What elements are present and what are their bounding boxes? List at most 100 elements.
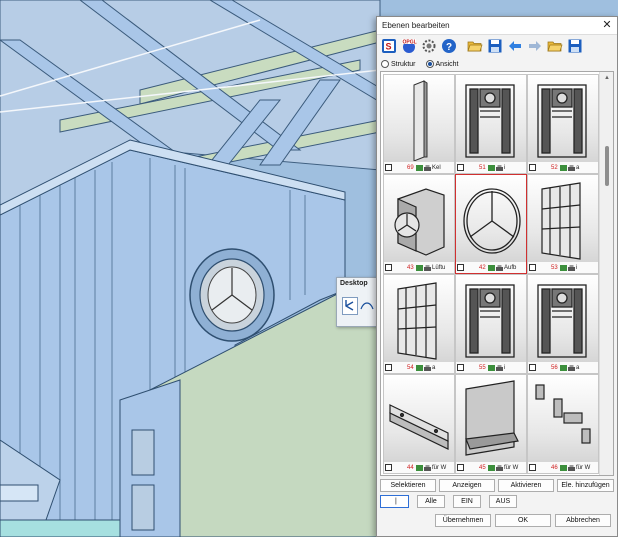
radio-ansicht[interactable]: Ansicht (425, 60, 459, 68)
layer-thumbnail[interactable]: 45 für W (455, 374, 527, 474)
layer-thumbnail[interactable]: 46 für W (527, 374, 599, 474)
printer-icon (424, 264, 431, 271)
opengl-icon[interactable]: OPGL (400, 37, 418, 55)
layer-thumbnail-list[interactable]: 69 Kel 51 i 52 a 43 Lüftu 42 Aufb 53 i 54 a 55 i 56 a 44 fü… (380, 71, 614, 476)
layer-label: i (504, 364, 506, 371)
layer-number: 56 (551, 364, 558, 371)
layer-label: a (432, 364, 436, 371)
layer-label: i (504, 164, 506, 171)
close-button[interactable]: ✕ (597, 17, 617, 34)
layer-visibility-checkbox[interactable] (529, 164, 536, 171)
printer-icon (496, 164, 503, 171)
layer-thumbnail[interactable]: 52 a (527, 74, 599, 174)
layer-color-icon (488, 464, 495, 471)
layer-thumbnail[interactable]: 43 Lüftu (383, 174, 455, 274)
cancel-button[interactable]: Abbrechen (555, 514, 611, 527)
layer-color-icon (488, 164, 495, 171)
layer-label: für W (504, 464, 519, 471)
wall-frame-icon (465, 284, 515, 358)
layer-color-icon (416, 364, 423, 371)
layer-thumbnail[interactable]: 44 für W (383, 374, 455, 474)
wall-frame-icon (537, 284, 587, 358)
layer-visibility-checkbox[interactable] (457, 264, 464, 271)
layer-color-icon (416, 464, 423, 471)
layer-thumbnail[interactable]: 51 i (455, 74, 527, 174)
layer-thumbnail[interactable]: 55 i (455, 274, 527, 374)
layer-filter-input[interactable]: | (380, 495, 409, 508)
layer-label: für W (576, 464, 591, 471)
layer-meta-bar: 43 Lüftu (384, 262, 454, 273)
ok-button[interactable]: OK (495, 514, 551, 527)
layers-dialog: Ebenen bearbeiten ✕ S OPGL ? Struktur An… (376, 16, 618, 537)
printer-icon (568, 364, 575, 371)
layer-number: 55 (479, 364, 486, 371)
layer-meta-bar: 54 a (384, 362, 454, 373)
dialog-title: Ebenen bearbeiten (382, 21, 450, 30)
layer-color-icon (416, 264, 423, 271)
panel-grid-icon (397, 282, 437, 360)
layer-thumbnail[interactable]: 69 Kel (383, 74, 455, 174)
layer-number: 53 (551, 264, 558, 271)
column-icon (413, 80, 428, 161)
layer-visibility-checkbox[interactable] (385, 464, 392, 471)
svg-text:?: ? (446, 42, 452, 53)
printer-icon (568, 464, 575, 471)
scrollbar-thumb[interactable] (605, 146, 609, 186)
on-button[interactable]: EIN (453, 495, 481, 508)
activate-button[interactable]: Aktivieren (498, 479, 554, 492)
layer-color-icon (560, 164, 567, 171)
printer-icon (424, 364, 431, 371)
layer-thumbnail[interactable]: 56 a (527, 274, 599, 374)
layer-color-icon (416, 164, 423, 171)
help-icon[interactable]: ? (440, 37, 458, 55)
scroll-up-arrow-icon[interactable]: ▲ (600, 72, 613, 84)
dialog-titlebar: Ebenen bearbeiten ✕ (377, 17, 617, 35)
save-icon[interactable] (486, 37, 504, 55)
layer-thumbnail[interactable]: 53 i (527, 174, 599, 274)
layer-number: 54 (407, 364, 414, 371)
layer-thumbnail[interactable]: 54 a (383, 274, 455, 374)
folder-open-icon[interactable] (546, 37, 564, 55)
layer-visibility-checkbox[interactable] (385, 264, 392, 271)
layer-meta-bar: 53 i (528, 262, 598, 273)
layer-meta-bar: 56 a (528, 362, 598, 373)
printer-icon (496, 464, 503, 471)
vertical-scrollbar[interactable]: ▲ (599, 72, 613, 475)
show-button[interactable]: Anzeigen (439, 479, 495, 492)
layer-thumbnail[interactable]: 42 Aufb (455, 174, 527, 274)
layer-visibility-checkbox[interactable] (529, 464, 536, 471)
layer-number: 46 (551, 464, 558, 471)
radio-struktur[interactable]: Struktur (381, 60, 416, 68)
round-window-icon (463, 188, 521, 254)
layer-visibility-checkbox[interactable] (529, 364, 536, 371)
layer-visibility-checkbox[interactable] (529, 264, 536, 271)
radio-label: Ansicht (435, 60, 459, 68)
save-icon[interactable] (566, 37, 584, 55)
branch-tool-icon[interactable] (342, 297, 358, 315)
layer-meta-bar: 55 i (456, 362, 526, 373)
select-button[interactable]: Selektieren (380, 479, 436, 492)
arrow-left-icon[interactable] (506, 37, 524, 55)
apply-button[interactable]: Übernehmen (435, 514, 491, 527)
layer-visibility-checkbox[interactable] (457, 164, 464, 171)
layer-number: 45 (479, 464, 486, 471)
svg-text:S: S (386, 42, 392, 52)
off-button[interactable]: AUS (489, 495, 517, 508)
layer-visibility-checkbox[interactable] (457, 364, 464, 371)
folder-open-icon[interactable] (466, 37, 484, 55)
layers-icon[interactable]: S (380, 37, 398, 55)
svg-text:OPGL: OPGL (403, 40, 417, 46)
add-element-button[interactable]: Ele. hinzufügen (557, 479, 614, 492)
settings-icon[interactable] (420, 37, 438, 55)
curve-tool-icon[interactable] (360, 301, 374, 311)
layer-visibility-checkbox[interactable] (457, 464, 464, 471)
layer-visibility-checkbox[interactable] (385, 364, 392, 371)
all-button[interactable]: Alle (417, 495, 445, 508)
layer-visibility-checkbox[interactable] (385, 164, 392, 171)
mini-toolbar-title: Desktop (340, 280, 368, 287)
layer-label: Lüftu (432, 264, 446, 271)
wall-frame-icon (465, 84, 515, 158)
arrow-right-icon[interactable] (526, 37, 544, 55)
layer-color-icon (488, 364, 495, 371)
layer-color-icon (560, 364, 567, 371)
